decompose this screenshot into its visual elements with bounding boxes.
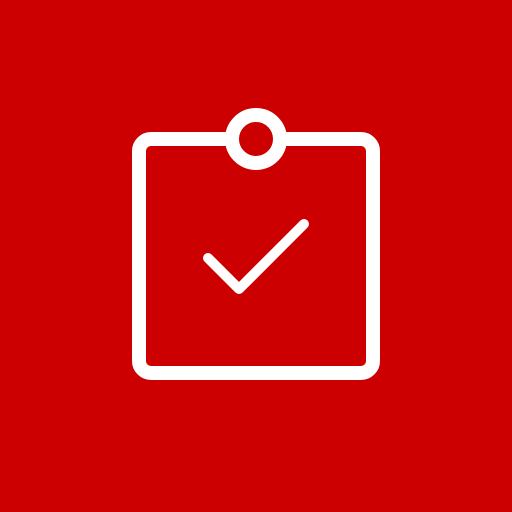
clipboard-body <box>132 132 380 380</box>
clipboard-check-icon <box>132 108 380 380</box>
check-mark <box>203 219 309 294</box>
app-icon-tile[interactable] <box>0 0 512 512</box>
